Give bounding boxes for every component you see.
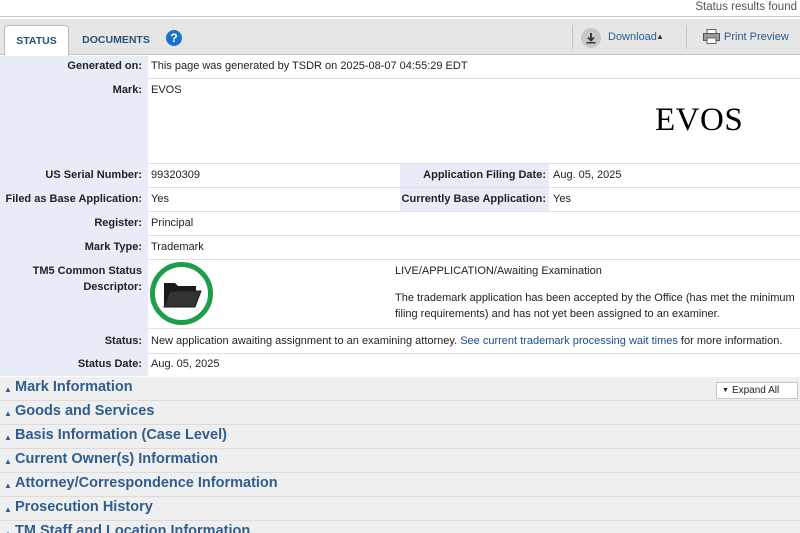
tm5-status-badge — [150, 262, 213, 325]
mark-image: EVOS — [655, 102, 744, 138]
generated-on-label: Generated on: — [67, 60, 142, 72]
expand-triangle-icon: ▲ — [4, 385, 12, 394]
status-label: Status: — [104, 335, 142, 347]
status-text: New application awaiting assignment to a… — [151, 335, 458, 347]
status-value: New application awaiting assignment to a… — [151, 335, 782, 347]
label-column — [0, 56, 148, 376]
row-divider — [148, 187, 800, 188]
section-title: Goods and Services — [15, 403, 155, 419]
section-basis-information[interactable]: ▲ Basis Information (Case Level) — [0, 425, 800, 449]
serial-number-label: US Serial Number: — [45, 169, 142, 181]
tm5-label-line2: Descriptor: — [83, 281, 142, 293]
mark-label: Mark: — [112, 84, 142, 96]
expand-triangle-icon: ▲ — [4, 409, 12, 418]
row-divider — [148, 259, 800, 260]
expand-all-label: Expand All — [731, 385, 780, 396]
status-date-label: Status Date: — [77, 358, 142, 370]
register-label: Register: — [94, 217, 142, 229]
row-divider — [148, 353, 800, 354]
generated-on-value: This page was generated by TSDR on 2025-… — [151, 60, 468, 72]
section-mark-information[interactable]: ▲ Mark Information — [0, 377, 800, 401]
mark-type-value: Trademark — [151, 241, 204, 253]
row-divider — [148, 235, 800, 236]
filed-base-label: Filed as Base Application: — [5, 193, 142, 205]
section-goods-and-services[interactable]: ▲ Goods and Services — [0, 401, 800, 425]
top-status-bar: Status results found — [0, 0, 800, 17]
serial-number-value: 99320309 — [151, 169, 200, 181]
section-prosecution-history[interactable]: ▲ Prosecution History — [0, 497, 800, 521]
tab-toolbar: STATUS DOCUMENTS ? Download ▲ Print Prev… — [0, 19, 800, 56]
section-title: Mark Information — [15, 379, 133, 395]
tab-documents[interactable]: DOCUMENTS — [72, 25, 160, 55]
tm5-description-line2: filing requirements) and has not yet bee… — [395, 308, 720, 320]
expand-triangle-icon: ▲ — [4, 505, 12, 514]
row-divider — [148, 163, 800, 164]
download-icon[interactable] — [581, 28, 601, 48]
section-attorney-correspondence[interactable]: ▲ Attorney/Correspondence Information — [0, 473, 800, 497]
section-title: Prosecution History — [15, 499, 153, 515]
row-divider — [148, 78, 800, 79]
toolbar-divider — [686, 25, 687, 49]
currently-base-label: Currently Base Application: — [401, 193, 546, 205]
status-date-value: Aug. 05, 2025 — [151, 358, 220, 370]
register-value: Principal — [151, 217, 194, 229]
triangle-down-icon: ▼ — [722, 387, 729, 394]
row-divider — [148, 328, 800, 329]
expand-triangle-icon: ▲ — [4, 457, 12, 466]
help-icon[interactable]: ? — [166, 30, 182, 46]
print-preview-button[interactable]: Print Preview — [724, 31, 789, 43]
tm5-label-line1: TM5 Common Status — [32, 265, 142, 277]
section-title: TM Staff and Location Information — [15, 523, 251, 533]
processing-wait-times-link[interactable]: See current trademark processing wait ti… — [460, 335, 678, 347]
filed-base-value: Yes — [151, 193, 169, 205]
status-details: Generated on: This page was generated by… — [0, 56, 800, 376]
expand-triangle-icon: ▲ — [4, 529, 12, 533]
tm5-description-line1: The trademark application has been accep… — [395, 292, 795, 304]
mark-value: EVOS — [151, 84, 182, 96]
printer-icon[interactable] — [703, 29, 720, 44]
status-text-suffix: for more information. — [680, 335, 783, 347]
tm5-status-text: LIVE/APPLICATION/Awaiting Examination — [395, 265, 602, 277]
download-button[interactable]: Download — [608, 31, 657, 43]
section-current-owner[interactable]: ▲ Current Owner(s) Information — [0, 449, 800, 473]
section-title: Current Owner(s) Information — [15, 451, 219, 467]
expand-triangle-icon: ▲ — [4, 481, 12, 490]
section-title: Attorney/Correspondence Information — [15, 475, 278, 491]
row-divider — [148, 211, 800, 212]
filing-date-value: Aug. 05, 2025 — [553, 169, 622, 181]
section-tm-staff-location[interactable]: ▲ TM Staff and Location Information — [0, 521, 800, 533]
filing-date-label: Application Filing Date: — [423, 169, 546, 181]
collapsible-sections: ▲ Mark Information ▲ Goods and Services … — [0, 377, 800, 533]
folder-icon — [162, 282, 202, 307]
currently-base-value: Yes — [553, 193, 571, 205]
section-title: Basis Information (Case Level) — [15, 427, 227, 443]
expand-triangle-icon: ▲ — [4, 433, 12, 442]
tab-status[interactable]: STATUS — [4, 25, 69, 56]
caret-up-icon[interactable]: ▲ — [656, 32, 664, 41]
status-results-found-text: Status results found — [695, 1, 797, 13]
expand-all-button[interactable]: ▼ Expand All — [716, 382, 798, 399]
toolbar-divider — [572, 25, 573, 49]
mark-type-label: Mark Type: — [84, 241, 142, 253]
